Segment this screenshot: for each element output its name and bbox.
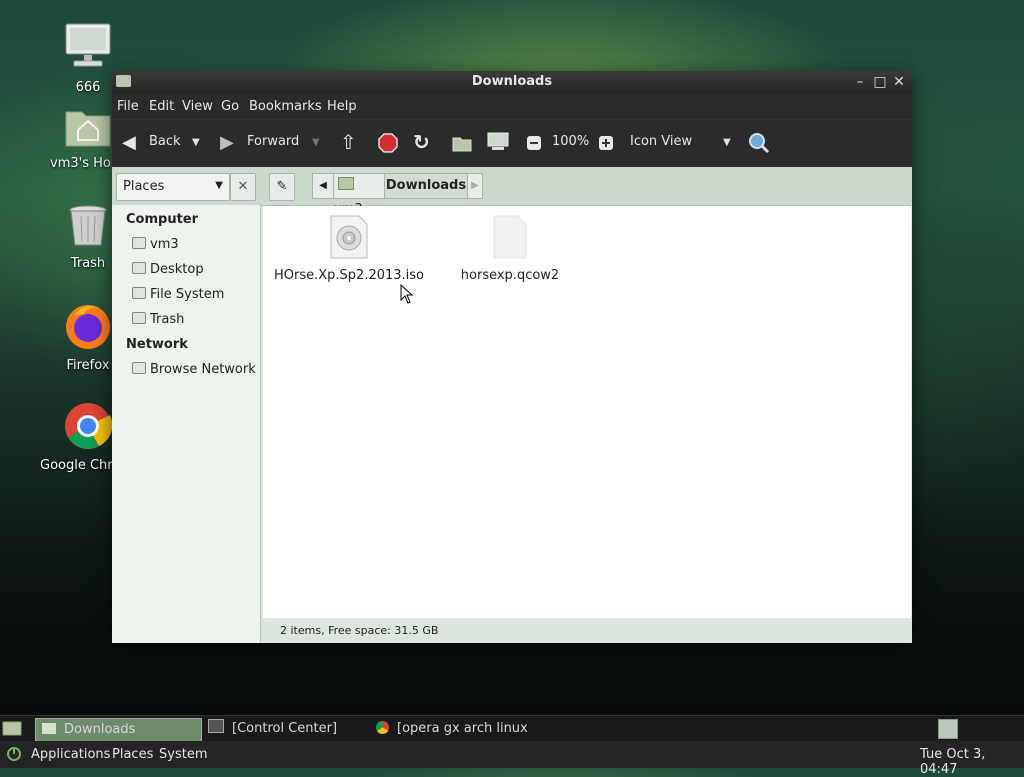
zoom-level: 100% [552,134,590,149]
sidebar-heading-computer: Computer [126,212,199,227]
sidebar-item-browse-network[interactable]: Browse Network [132,362,256,377]
zoom-in-icon[interactable] [598,135,614,155]
sidebar-item-file-system[interactable]: File System [132,287,224,302]
computer-icon[interactable] [487,132,509,156]
file-item[interactable]: horsexp.qcow2 [435,214,585,283]
close-icon: ✕ [237,179,249,194]
sidebar-item-trash[interactable]: Trash [132,312,184,327]
drive-icon [132,287,146,299]
main-panel: Applications Places System Tue Oct 3, 04… [0,741,1024,777]
side-pane-select[interactable]: Places ▼ [116,173,230,201]
breadcrumb-prev-button[interactable]: ◀ [312,173,334,199]
file-name: HOrse.Xp.Sp2.2013.iso [274,268,425,283]
maximize-button[interactable]: □ [872,74,888,90]
forward-history-dropdown[interactable]: ▼ [312,137,320,148]
back-history-dropdown[interactable]: ▼ [192,137,200,148]
back-arrow-icon[interactable]: ◀ [122,132,136,153]
system-menu[interactable]: System [159,747,207,762]
window-list-panel: Downloads [Control Center] [opera gx arc… [0,715,1024,758]
file-view[interactable]: HOrse.Xp.Sp2.2013.iso horsexp.qcow2 [263,206,911,618]
breadcrumb-downloads[interactable]: Downloads [384,173,468,199]
task-opera-chrome[interactable]: [opera gx arch linux ... [374,718,544,758]
breadcrumb-vm3[interactable]: vm3 [333,173,385,217]
close-side-pane-button[interactable]: ✕ [230,173,256,201]
clock[interactable]: Tue Oct 3, 04:47 [920,747,1024,777]
computer-icon [40,22,136,76]
back-button[interactable]: Back [149,134,181,149]
edit-icon: ✎ [276,179,288,194]
window-titlebar[interactable]: Downloads – □ ✕ [112,71,912,93]
folder-icon [42,723,56,734]
file-name: horsexp.qcow2 [460,268,560,283]
desktop-icon-label: vm3's Home [50,156,110,171]
home-folder-icon [132,237,146,249]
breadcrumb-next-button[interactable]: ▶ [467,173,483,199]
chevron-down-icon: ▼ [215,180,223,191]
view-mode-dropdown-icon[interactable]: ▼ [723,137,731,148]
trash-icon [132,312,146,324]
control-center-icon [208,719,224,733]
menu-bookmarks[interactable]: Bookmarks [249,99,322,114]
sidebar-heading-network: Network [126,337,188,352]
home-icon[interactable] [452,134,472,156]
home-folder-icon [338,177,354,190]
window-title: Downloads [471,74,553,89]
sidebar-item-desktop[interactable]: Desktop [132,262,204,277]
up-arrow-icon[interactable]: ⇧ [340,130,357,154]
network-icon [132,362,146,374]
disc-image-icon [274,214,424,264]
forward-button[interactable]: Forward [247,134,299,149]
menu-logo-icon[interactable] [6,746,22,766]
blank-file-icon [435,214,585,264]
toggle-location-entry-button[interactable]: ✎ [269,173,295,201]
forward-arrow-icon[interactable]: ▶ [220,132,234,153]
file-manager-window: Downloads – □ ✕ File Edit View Go Bookma… [112,71,912,643]
menu-file[interactable]: File [117,99,139,114]
status-text: 2 items, Free space: 31.5 GB [280,624,439,637]
menubar: File Edit View Go Bookmarks Help [112,93,912,119]
zoom-out-icon[interactable] [526,135,542,155]
menu-go[interactable]: Go [221,99,239,114]
menu-edit[interactable]: Edit [149,99,174,114]
mouse-cursor-icon [400,283,414,308]
search-icon[interactable] [748,132,770,158]
menu-view[interactable]: View [182,99,213,114]
close-button[interactable]: ✕ [891,74,907,90]
places-sidebar: Computer vm3 Desktop File System Trash N… [112,205,261,643]
menu-help[interactable]: Help [327,99,357,114]
status-bar: 2 items, Free space: 31.5 GB [263,618,912,643]
sidebar-item-vm3[interactable]: vm3 [132,237,179,252]
desktop-folder-icon [132,262,146,274]
view-mode-select[interactable]: Icon View [630,134,692,149]
applications-menu[interactable]: Applications [31,747,110,762]
workspace-switcher[interactable] [938,719,958,739]
task-control-center[interactable]: [Control Center] [204,718,369,740]
toolbar: ◀ Back ▼ ▶ Forward ▼ ⇧ ↻ 100% Icon View … [112,119,912,168]
file-item[interactable]: HOrse.Xp.Sp2.2013.iso [274,214,424,283]
stop-icon[interactable] [378,133,398,157]
location-bar: Places ▼ ✕ ✎ ◀ vm3 Downloads ▶ [112,167,912,217]
reload-icon[interactable]: ↻ [413,130,430,154]
chrome-icon [376,721,389,734]
task-downloads[interactable]: Downloads [35,718,202,742]
side-pane-label: Places [123,179,165,194]
places-menu[interactable]: Places [112,747,153,762]
minimize-button[interactable]: – [852,74,868,90]
show-desktop-button[interactable] [2,718,22,740]
